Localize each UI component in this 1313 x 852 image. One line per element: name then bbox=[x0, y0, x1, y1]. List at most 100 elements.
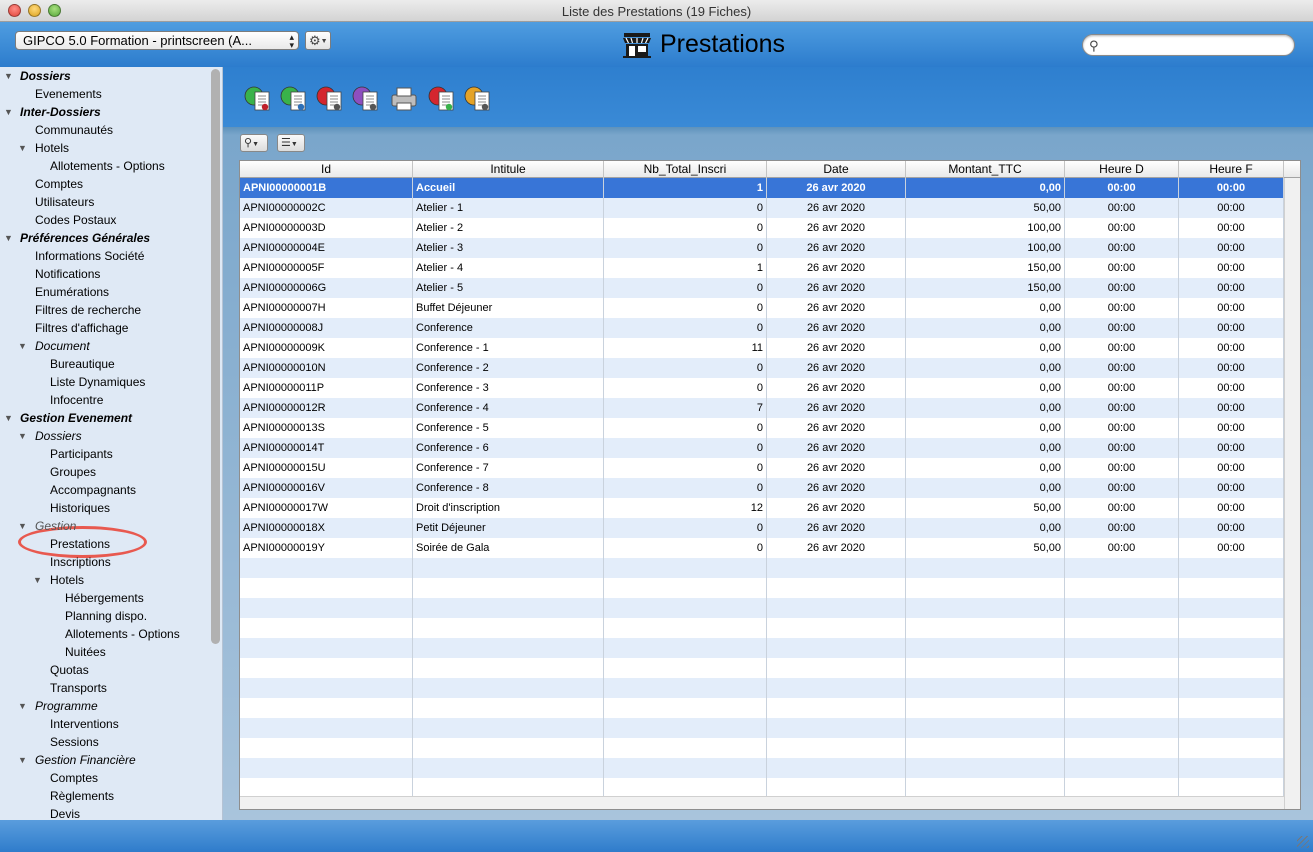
sidebar-item-programme[interactable]: Programme bbox=[35, 697, 98, 715]
disclosure-triangle-icon[interactable]: ▼ bbox=[18, 427, 28, 445]
sidebar-item-quotas[interactable]: Quotas bbox=[50, 661, 89, 679]
table-view-icon[interactable] bbox=[463, 83, 493, 113]
table-row[interactable]: APNI00000002C Atelier - 1 0 26 avr 2020 50,0… bbox=[240, 198, 1284, 218]
sidebar-item-participants[interactable]: Participants bbox=[50, 445, 113, 463]
sidebar-item-groupes[interactable]: Groupes bbox=[50, 463, 96, 481]
table-row[interactable]: APNI00000006G Atelier - 5 0 26 avr 2020 150,… bbox=[240, 278, 1284, 298]
sidebar-item-gestion[interactable]: Gestion bbox=[35, 517, 76, 535]
disclosure-triangle-icon[interactable]: ▼ bbox=[4, 229, 14, 247]
table-cell: APNI00000011P bbox=[240, 378, 413, 398]
table-row[interactable]: APNI00000001B Accueil 1 26 avr 2020 0,00 00:0… bbox=[240, 178, 1284, 198]
table-row[interactable]: APNI00000009K Conference - 1 11 26 avr 2020… bbox=[240, 338, 1284, 358]
sidebar-item-gestion-financi-re[interactable]: Gestion Financière bbox=[35, 751, 136, 769]
sidebar-item-communaut-s[interactable]: Communautés bbox=[35, 121, 113, 139]
sidebar-item-evenements[interactable]: Evenements bbox=[35, 85, 102, 103]
disclosure-triangle-icon[interactable]: ▼ bbox=[4, 409, 14, 427]
sidebar-item-utilisateurs[interactable]: Utilisateurs bbox=[35, 193, 94, 211]
sidebar-item-notifications[interactable]: Notifications bbox=[35, 265, 100, 283]
sidebar-item-informations-soci-t[interactable]: Informations Société bbox=[35, 247, 144, 265]
database-select[interactable]: GIPCO 5.0 Formation - printscreen (A... … bbox=[15, 31, 299, 50]
resize-handle-icon[interactable] bbox=[1297, 836, 1309, 848]
table-row[interactable]: APNI00000017W Droit d'inscription 12 26 avr… bbox=[240, 498, 1284, 518]
sidebar-item-enum-rations[interactable]: Enumérations bbox=[35, 283, 109, 301]
settings-menu-button[interactable]: ⚙▼ bbox=[305, 31, 331, 50]
sidebar-item-infocentre[interactable]: Infocentre bbox=[50, 391, 103, 409]
print-icon[interactable] bbox=[389, 83, 419, 113]
column-header-heure-d[interactable]: Heure D bbox=[1065, 161, 1179, 178]
sidebar-item-filtres-de-recherche[interactable]: Filtres de recherche bbox=[35, 301, 141, 319]
sidebar-item-bureautique[interactable]: Bureautique bbox=[50, 355, 115, 373]
table-cell bbox=[604, 658, 767, 678]
column-header-nb-total-inscri[interactable]: Nb_Total_Inscri bbox=[604, 161, 767, 178]
sidebar-item-nuit-es[interactable]: Nuitées bbox=[65, 643, 106, 661]
new-record-icon[interactable] bbox=[243, 83, 273, 113]
sidebar-item-dossiers[interactable]: Dossiers bbox=[35, 427, 82, 445]
table-row[interactable]: APNI00000004E Atelier - 3 0 26 avr 2020 100,… bbox=[240, 238, 1284, 258]
disclosure-triangle-icon[interactable]: ▼ bbox=[4, 67, 14, 85]
table-row[interactable]: APNI00000005F Atelier - 4 1 26 avr 2020 150,… bbox=[240, 258, 1284, 278]
column-header-date[interactable]: Date bbox=[767, 161, 906, 178]
sidebar-item-inter-dossiers[interactable]: Inter-Dossiers bbox=[20, 103, 101, 121]
sidebar-item-inscriptions[interactable]: Inscriptions bbox=[50, 553, 111, 571]
disclosure-triangle-icon[interactable]: ▼ bbox=[18, 697, 28, 715]
column-header-id[interactable]: Id bbox=[240, 161, 413, 178]
table-row[interactable]: APNI00000003D Atelier - 2 0 26 avr 2020 100,… bbox=[240, 218, 1284, 238]
sidebar-item-prestations[interactable]: Prestations bbox=[50, 535, 110, 553]
sidebar-item-gestion-evenement[interactable]: Gestion Evenement bbox=[20, 409, 132, 427]
sidebar-item-transports[interactable]: Transports bbox=[50, 679, 107, 697]
sidebar-item-allotements-options[interactable]: Allotements - Options bbox=[65, 625, 180, 643]
sidebar-item-planning-dispo[interactable]: Planning dispo. bbox=[65, 607, 147, 625]
disclosure-triangle-icon[interactable]: ▼ bbox=[18, 139, 28, 157]
table-cell: Petit Déjeuner bbox=[413, 518, 604, 538]
sidebar-item-interventions[interactable]: Interventions bbox=[50, 715, 119, 733]
sidebar-item-hotels[interactable]: Hotels bbox=[35, 139, 69, 157]
view-options-button[interactable]: ☰▼ bbox=[277, 134, 305, 152]
column-header-montant-ttc[interactable]: Montant_TTC bbox=[906, 161, 1065, 178]
sidebar-item-allotements-options[interactable]: Allotements - Options bbox=[50, 157, 165, 175]
sidebar-item-filtres-d-affichage[interactable]: Filtres d'affichage bbox=[35, 319, 128, 337]
sidebar-item-accompagnants[interactable]: Accompagnants bbox=[50, 481, 136, 499]
sidebar-item-liste-dynamiques[interactable]: Liste Dynamiques bbox=[50, 373, 145, 391]
table-row[interactable]: APNI00000012R Conference - 4 7 26 avr 2020 0… bbox=[240, 398, 1284, 418]
sidebar-item-r-glements[interactable]: Règlements bbox=[50, 787, 114, 805]
edit-record-icon[interactable] bbox=[279, 83, 309, 113]
table-row[interactable]: APNI00000014T Conference - 6 0 26 avr 2020 0… bbox=[240, 438, 1284, 458]
table-row[interactable]: APNI00000019Y Soirée de Gala 0 26 avr 2020 5… bbox=[240, 538, 1284, 558]
table-row[interactable]: APNI00000007H Buffet Déjeuner 0 26 avr 2020… bbox=[240, 298, 1284, 318]
table-horizontal-scrollbar[interactable] bbox=[240, 796, 1284, 809]
column-header-heure-f[interactable]: Heure F bbox=[1179, 161, 1284, 178]
export-icon[interactable] bbox=[427, 83, 457, 113]
sidebar-item-historiques[interactable]: Historiques bbox=[50, 499, 110, 517]
table-vertical-scrollbar[interactable] bbox=[1284, 178, 1300, 809]
sidebar-scrollbar[interactable] bbox=[211, 69, 220, 644]
disclosure-triangle-icon[interactable]: ▼ bbox=[4, 103, 14, 121]
search-field[interactable]: ⚲ bbox=[1082, 34, 1295, 56]
sidebar-item-h-bergements[interactable]: Hébergements bbox=[65, 589, 144, 607]
search-record-icon[interactable] bbox=[351, 83, 381, 113]
delete-record-icon[interactable] bbox=[315, 83, 345, 113]
sidebar-item-comptes[interactable]: Comptes bbox=[50, 769, 98, 787]
sidebar-item-document[interactable]: Document bbox=[35, 337, 90, 355]
table-row[interactable]: APNI00000018X Petit Déjeuner 0 26 avr 2020 0… bbox=[240, 518, 1284, 538]
table-row[interactable]: APNI00000015U Conference - 7 0 26 avr 2020 0… bbox=[240, 458, 1284, 478]
disclosure-triangle-icon[interactable]: ▼ bbox=[18, 751, 28, 769]
sidebar-item-dossiers[interactable]: Dossiers bbox=[20, 67, 71, 85]
sidebar-item-sessions[interactable]: Sessions bbox=[50, 733, 99, 751]
disclosure-triangle-icon[interactable]: ▼ bbox=[33, 571, 43, 589]
table-row[interactable]: APNI00000013S Conference - 5 0 26 avr 2020 0… bbox=[240, 418, 1284, 438]
search-menu-button[interactable]: ⚲▼ bbox=[240, 134, 268, 152]
table-row[interactable]: APNI00000011P Conference - 3 0 26 avr 2020 0… bbox=[240, 378, 1284, 398]
table-cell: 00:00 bbox=[1065, 518, 1179, 538]
sidebar-item-devis[interactable]: Devis bbox=[50, 805, 80, 820]
sidebar-item-pr-f-rences-g-n-rales[interactable]: Préférences Générales bbox=[20, 229, 150, 247]
table-row[interactable]: APNI00000008J Conference 0 26 avr 2020 0,00 0… bbox=[240, 318, 1284, 338]
sidebar-item-hotels[interactable]: Hotels bbox=[50, 571, 84, 589]
table-row[interactable]: APNI00000010N Conference - 2 0 26 avr 2020 0… bbox=[240, 358, 1284, 378]
disclosure-triangle-icon[interactable]: ▼ bbox=[18, 337, 28, 355]
column-header-intitule[interactable]: Intitule bbox=[413, 161, 604, 178]
sidebar-item-comptes[interactable]: Comptes bbox=[35, 175, 83, 193]
sidebar-item-codes-postaux[interactable]: Codes Postaux bbox=[35, 211, 116, 229]
disclosure-triangle-icon[interactable]: ▼ bbox=[18, 517, 28, 535]
table-cell bbox=[1179, 778, 1284, 798]
table-row[interactable]: APNI00000016V Conference - 8 0 26 avr 2020 0… bbox=[240, 478, 1284, 498]
